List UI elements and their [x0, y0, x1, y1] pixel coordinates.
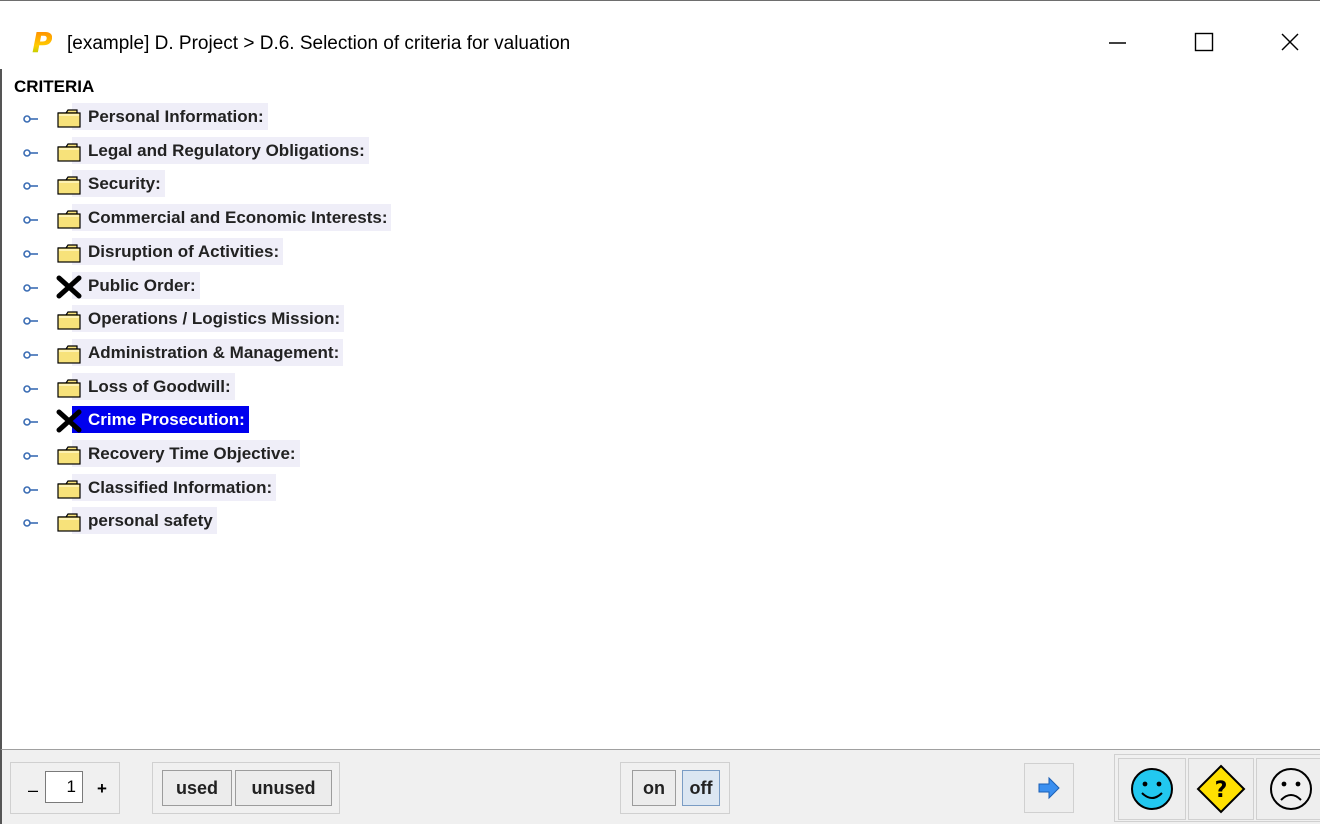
sad-button[interactable] [1256, 758, 1320, 820]
expand-handle-icon[interactable] [22, 349, 42, 361]
tree-node[interactable]: Personal Information: [22, 101, 822, 135]
tree-node[interactable]: Public Order: [22, 270, 822, 304]
maximize-icon [1194, 32, 1214, 52]
tree-node-label[interactable]: Legal and Regulatory Obligations: [57, 136, 369, 164]
expand-handle-icon[interactable] [22, 383, 42, 395]
tree-node[interactable]: personal safety [22, 505, 822, 539]
minimize-button[interactable] [1090, 22, 1144, 62]
tree-node-label[interactable]: Public Order: [56, 271, 200, 299]
title-bar[interactable]: P [example] D. Project > D.6. Selection … [0, 2, 1320, 65]
stepper-decrement[interactable]: – [28, 780, 38, 801]
help-button[interactable]: ? [1188, 758, 1254, 820]
tree-node-label[interactable]: Commercial and Economic Interests: [57, 204, 392, 232]
expand-handle-icon[interactable] [22, 416, 42, 428]
tree-node-text: Operations / Logistics Mission: [88, 309, 341, 329]
expand-handle-icon[interactable] [22, 315, 42, 327]
page-number-field[interactable]: 1 [45, 771, 83, 803]
maximize-button[interactable] [1176, 22, 1230, 62]
app-window: P [example] D. Project > D.6. Selection … [0, 0, 1320, 824]
tree-node[interactable]: Commercial and Economic Interests: [22, 202, 822, 236]
tree-node[interactable]: Crime Prosecution: [22, 404, 822, 438]
tree-node-label[interactable]: Classified Information: [57, 473, 277, 501]
expand-handle-icon[interactable] [22, 147, 42, 159]
tree-node-label[interactable]: Security: [57, 170, 165, 198]
tree-node-text: Administration & Management: [88, 342, 340, 362]
tree-node-text: Commercial and Economic Interests: [88, 208, 388, 228]
tree-node-label[interactable]: Administration & Management: [57, 338, 344, 366]
next-button[interactable] [1024, 763, 1074, 813]
tree-node-text: Loss of Goodwill: [88, 376, 231, 396]
close-icon [1281, 33, 1299, 51]
expand-handle-icon[interactable] [22, 248, 42, 260]
happy-button[interactable] [1118, 758, 1186, 820]
tree-node-text: Security: [88, 174, 161, 194]
help-question-icon: ? [1196, 764, 1246, 814]
close-button[interactable] [1262, 22, 1316, 62]
tree-node[interactable]: Operations / Logistics Mission: [22, 303, 822, 337]
criteria-tree-panel: CRITERIA Personal Information: Legal and … [0, 69, 1320, 749]
tree-node[interactable]: Security: [22, 168, 822, 202]
off-button[interactable]: off [682, 770, 720, 806]
app-logo-icon: P [32, 28, 52, 56]
smiley-happy-icon [1131, 768, 1173, 810]
tree-node[interactable]: Classified Information: [22, 472, 822, 506]
tree-node[interactable]: Recovery Time Objective: [22, 438, 822, 472]
expand-handle-icon[interactable] [22, 450, 42, 462]
unused-button[interactable]: unused [235, 770, 332, 806]
app-logo-letter: P [32, 28, 52, 56]
expand-handle-icon[interactable] [22, 214, 42, 226]
tree-node-text: personal safety [88, 511, 213, 531]
tree-node[interactable]: Administration & Management: [22, 337, 822, 371]
tree-node-text: Legal and Regulatory Obligations: [88, 140, 365, 160]
used-button[interactable]: used [162, 770, 232, 806]
tree-node-label[interactable]: Loss of Goodwill: [57, 372, 235, 400]
tree-node[interactable]: Loss of Goodwill: [22, 371, 822, 405]
tree-node-label[interactable]: Disruption of Activities: [57, 237, 284, 265]
tree-root-label: CRITERIA [14, 77, 95, 96]
tree-node-text: Public Order: [88, 275, 196, 295]
smiley-sad-icon [1270, 768, 1312, 810]
tree-node[interactable]: Legal and Regulatory Obligations: [22, 135, 822, 169]
tree-node-text: Personal Information: [88, 107, 264, 126]
tree-node-label[interactable]: Recovery Time Objective: [57, 440, 300, 467]
expand-handle-icon[interactable] [22, 113, 42, 125]
status-bar: – 1 + used unused on off ? [0, 749, 1320, 824]
expand-handle-icon[interactable] [22, 484, 42, 496]
tree-node-text: Recovery Time Objective: [88, 444, 296, 463]
tree-node-label[interactable]: personal safety [57, 507, 217, 535]
tree-node-label[interactable]: Operations / Logistics Mission: [57, 305, 345, 333]
expand-handle-icon[interactable] [22, 180, 42, 192]
svg-text:?: ? [1215, 778, 1228, 803]
expand-handle-icon[interactable] [22, 517, 42, 529]
tree-node-text: Classified Information: [88, 477, 273, 497]
tree-node-label[interactable]: Crime Prosecution: [56, 406, 249, 434]
expand-handle-icon[interactable] [22, 282, 42, 294]
window-title: [example] D. Project > D.6. Selection of… [67, 33, 571, 54]
tree-node-text: Crime Prosecution: [88, 410, 245, 430]
tree-node[interactable]: Disruption of Activities: [22, 236, 822, 270]
arrow-right-icon [1038, 776, 1060, 800]
tree-node-label[interactable]: Personal Information: [57, 103, 268, 130]
tree-node-text: Disruption of Activities: [88, 241, 280, 261]
minimize-icon [1109, 42, 1126, 44]
stepper-increment[interactable]: + [97, 779, 107, 799]
on-button[interactable]: on [632, 770, 676, 806]
